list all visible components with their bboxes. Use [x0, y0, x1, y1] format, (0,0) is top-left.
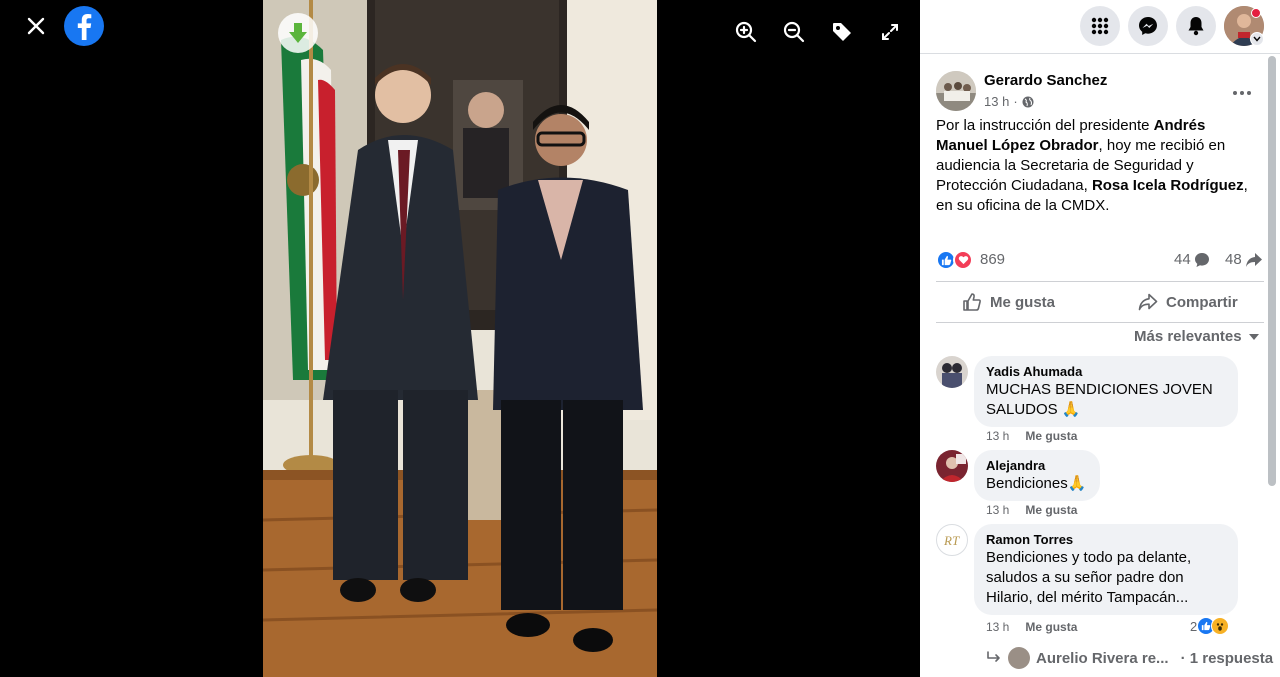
comment-like-button[interactable]: Me gusta: [1025, 620, 1077, 634]
shares-count[interactable]: 48: [1225, 251, 1263, 268]
dot-separator: ·: [1013, 94, 1018, 109]
comment-meta: 13 h Me gusta: [986, 620, 1077, 634]
photo-viewer: [0, 0, 920, 677]
comment-item: Alejandra Bendiciones🙏 13 h Me gusta: [936, 450, 1266, 520]
caret-down-icon: [1248, 333, 1259, 340]
like-button-label: Me gusta: [990, 293, 1056, 311]
download-button[interactable]: [278, 13, 318, 53]
comment-item: Yadis Ahumada MUCHAS BENDICIONES JOVEN S…: [936, 356, 1266, 446]
commenter-avatar[interactable]: [936, 356, 968, 388]
post-header: Gerardo Sanchez 13 h ·: [936, 71, 1266, 111]
photo-image: [263, 0, 657, 677]
comment-bubble: Ramon Torres Bendiciones y todo pa delan…: [974, 524, 1238, 615]
share-arrow-icon: [1245, 252, 1262, 267]
zoom-out-button[interactable]: [774, 12, 814, 52]
fullscreen-icon: [882, 24, 898, 40]
author-avatar[interactable]: [936, 71, 976, 111]
commenter-name[interactable]: Ramon Torres: [986, 532, 1226, 548]
comments-count[interactable]: 44: [1174, 251, 1210, 268]
comment-bubble: Yadis Ahumada MUCHAS BENDICIONES JOVEN S…: [974, 356, 1238, 427]
commenter-avatar[interactable]: [936, 450, 968, 482]
reaction-icons[interactable]: [936, 250, 973, 270]
mention-secretary: Rosa Icela Rodríguez: [1091, 177, 1244, 194]
comment-like-button[interactable]: Me gusta: [1025, 503, 1077, 517]
comment-time[interactable]: 13 h: [986, 503, 1009, 517]
wow-reaction-icon: [1211, 617, 1230, 635]
post-author[interactable]: Gerardo Sanchez: [984, 72, 1107, 89]
comment-time[interactable]: 13 h: [986, 429, 1009, 443]
reply-avatar: [1008, 647, 1030, 669]
post-actions: Me gusta Compartir: [936, 281, 1264, 323]
view-replies-link[interactable]: Aurelio Rivera re... · 1 respuesta: [986, 647, 1276, 669]
comment-meta: 13 h Me gusta: [986, 503, 1077, 517]
comment-reactions-count: 2: [1190, 618, 1198, 634]
reply-count: · 1 respuesta: [1180, 649, 1274, 667]
reply-author: Aurelio Rivera re...: [1036, 649, 1169, 667]
comment-text: MUCHAS BENDICIONES JOVEN SALUDOS 🙏: [986, 381, 1213, 418]
post-text-part: Por la instrucción del presidente: [936, 117, 1154, 134]
reactions-count[interactable]: 869: [980, 251, 1005, 268]
commenter-avatar[interactable]: RT: [936, 524, 968, 556]
post-meta: 13 h ·: [984, 94, 1034, 109]
shares-count-value: 48: [1225, 251, 1242, 268]
post-time[interactable]: 13 h: [984, 94, 1009, 109]
comment-meta: 13 h Me gusta: [986, 429, 1077, 443]
tag-icon: [833, 23, 851, 41]
close-icon: [27, 17, 45, 35]
sort-label: Más relevantes: [1134, 328, 1242, 345]
zoom-in-button[interactable]: [726, 12, 766, 52]
like-button[interactable]: Me gusta: [962, 282, 1055, 322]
avatar-image: [936, 71, 976, 111]
commenter-name[interactable]: Alejandra: [986, 458, 1088, 474]
comment-time[interactable]: 13 h: [986, 620, 1009, 634]
facebook-logo-button[interactable]: [64, 6, 104, 46]
comment-sort-dropdown[interactable]: Más relevantes: [1134, 328, 1260, 345]
post-photo[interactable]: [263, 0, 657, 677]
more-options-button[interactable]: [1224, 75, 1260, 111]
comment-bubble: Alejandra Bendiciones🙏: [974, 450, 1100, 501]
love-reaction-icon: [953, 250, 973, 270]
facebook-logo-icon: [77, 14, 92, 40]
comment-bubble-icon: [1194, 252, 1209, 267]
comment-text: Bendiciones🙏: [986, 475, 1087, 492]
post-text: Por la instrucción del presidente Andrés…: [936, 116, 1256, 216]
zoom-in-icon: [735, 21, 757, 43]
svg-text:RT: RT: [943, 533, 960, 548]
thumbs-up-icon: [963, 293, 981, 311]
more-dots-icon: [1233, 91, 1251, 95]
download-icon: [289, 23, 307, 43]
reply-arrow-icon: [987, 651, 1000, 662]
share-button[interactable]: Compartir: [1138, 282, 1238, 322]
comment-item: RT Ramon Torres Bendiciones y todo pa de…: [936, 524, 1266, 639]
commenter-name[interactable]: Yadis Ahumada: [986, 364, 1226, 380]
close-button[interactable]: [16, 6, 56, 46]
tag-button[interactable]: [822, 12, 862, 52]
globe-icon: [1022, 96, 1034, 107]
reactions-bar: 869 44 48: [936, 250, 1264, 270]
fullscreen-button[interactable]: [870, 12, 910, 52]
zoom-out-icon: [783, 21, 805, 43]
share-icon: [1138, 293, 1158, 311]
comments-count-value: 44: [1174, 251, 1191, 268]
share-button-label: Compartir: [1166, 293, 1238, 311]
comment-like-button[interactable]: Me gusta: [1025, 429, 1077, 443]
post-content: Gerardo Sanchez 13 h · Por la instrucció…: [920, 0, 1280, 677]
comment-reactions[interactable]: 2: [1190, 617, 1230, 635]
comment-text: Bendiciones y todo pa delante, saludos a…: [986, 549, 1192, 606]
